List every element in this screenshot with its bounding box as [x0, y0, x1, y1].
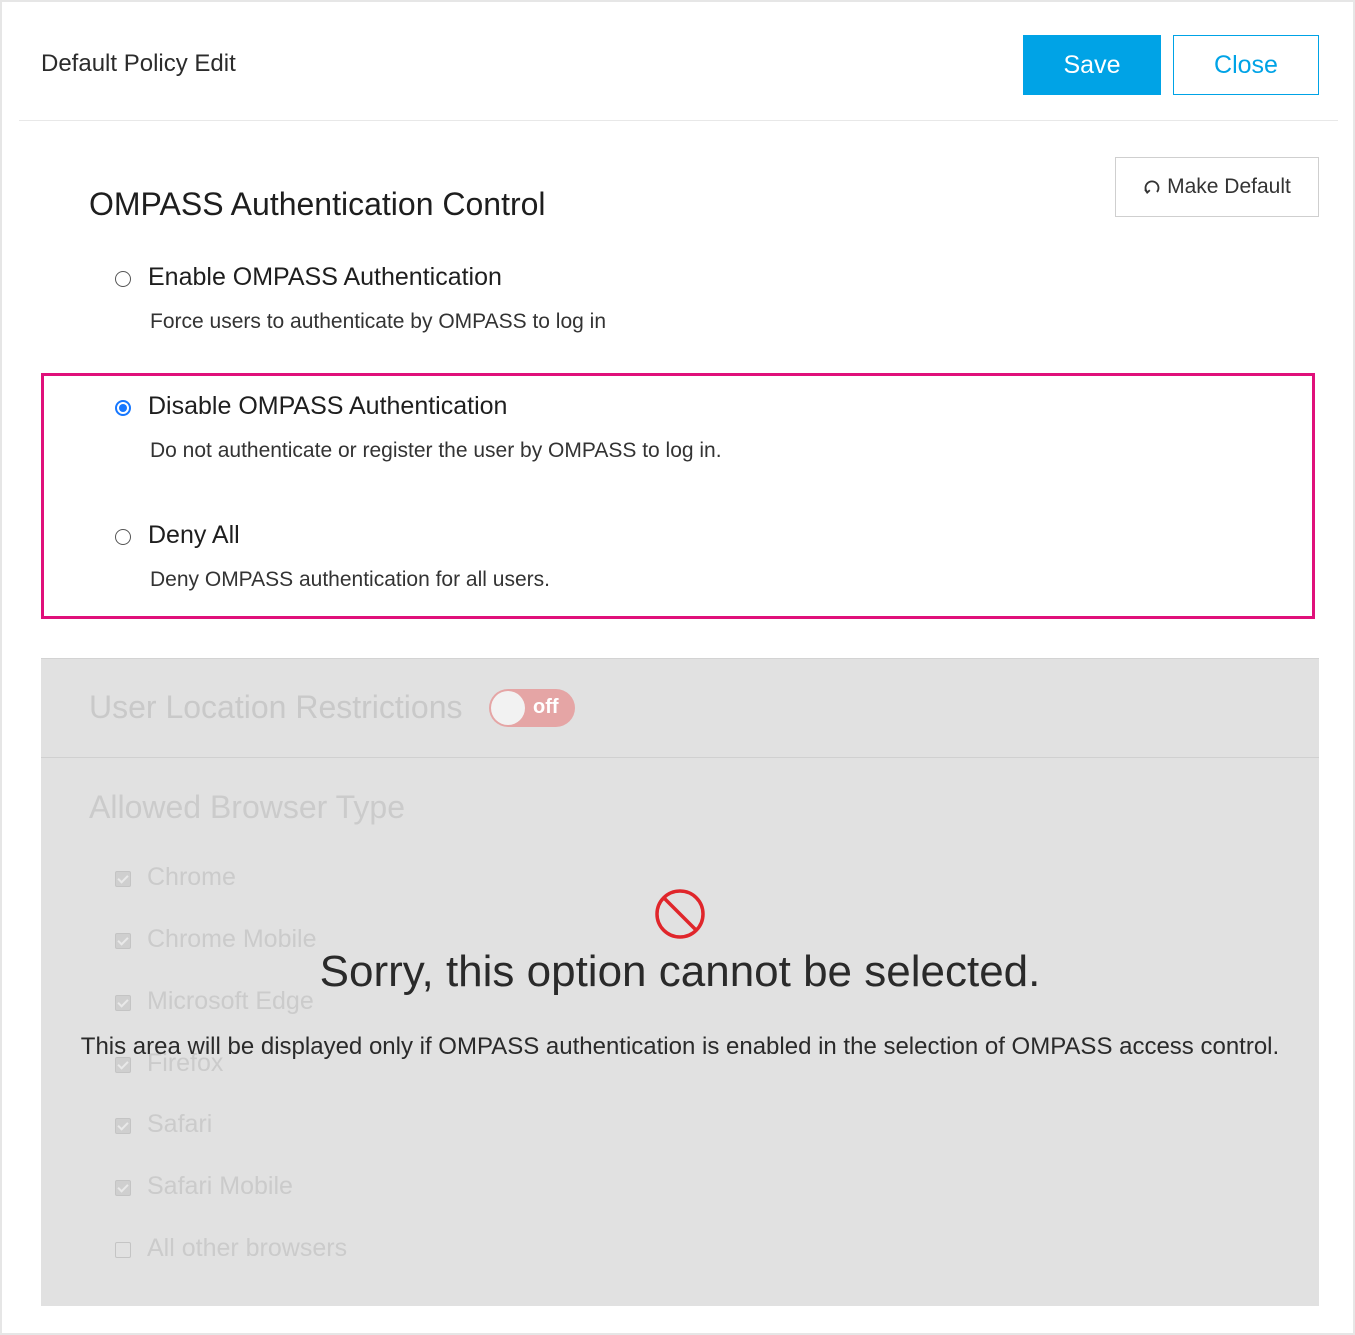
browser-label: Chrome — [147, 863, 236, 891]
make-default-button[interactable]: Make Default — [1115, 157, 1319, 217]
checkbox — [115, 1118, 131, 1134]
browser-label: Safari Mobile — [147, 1172, 293, 1200]
option-label: Disable OMPASS Authentication — [148, 392, 508, 420]
checkbox — [115, 995, 131, 1011]
option-description: Do not authenticate or register the user… — [150, 439, 722, 462]
location-toggle: off — [489, 689, 575, 727]
disabled-settings-area: User Location Restrictions off Allowed B… — [41, 658, 1319, 1306]
toggle-knob — [491, 691, 525, 725]
close-button[interactable]: Close — [1173, 35, 1319, 95]
browser-type-title: Allowed Browser Type — [89, 789, 405, 825]
checkbox — [115, 1242, 131, 1258]
auth-control-title: OMPASS Authentication Control — [89, 186, 546, 222]
browser-label: Safari — [147, 1110, 213, 1138]
page-title: Default Policy Edit — [41, 50, 236, 77]
option-label: Deny All — [148, 521, 240, 549]
overlay-heading: Sorry, this option cannot be selected. — [319, 947, 1041, 996]
option-description: Force users to authenticate by OMPASS to… — [150, 310, 607, 333]
option-label: Enable OMPASS Authentication — [148, 263, 502, 291]
make-default-label: Make Default — [1167, 175, 1291, 198]
radio-deny-all[interactable] — [115, 529, 131, 545]
reset-icon — [1144, 180, 1160, 194]
radio-enable[interactable] — [115, 271, 131, 287]
policy-edit-dialog: Default Policy Edit Save Close OMPASS Au… — [0, 0, 1355, 1335]
browser-label: All other browsers — [147, 1234, 348, 1262]
save-button[interactable]: Save — [1023, 35, 1161, 95]
location-restrictions-title: User Location Restrictions — [89, 689, 463, 725]
block-icon — [655, 889, 705, 939]
checkbox — [115, 871, 131, 887]
overlay-message: This area will be displayed only if OMPA… — [80, 1033, 1280, 1060]
dialog-header: Default Policy Edit Save Close — [19, 2, 1338, 121]
divider — [41, 757, 1319, 758]
option-description: Deny OMPASS authentication for all users… — [150, 568, 550, 591]
toggle-label: off — [533, 696, 559, 718]
checkbox — [115, 1180, 131, 1196]
radio-disable[interactable] — [115, 400, 131, 416]
